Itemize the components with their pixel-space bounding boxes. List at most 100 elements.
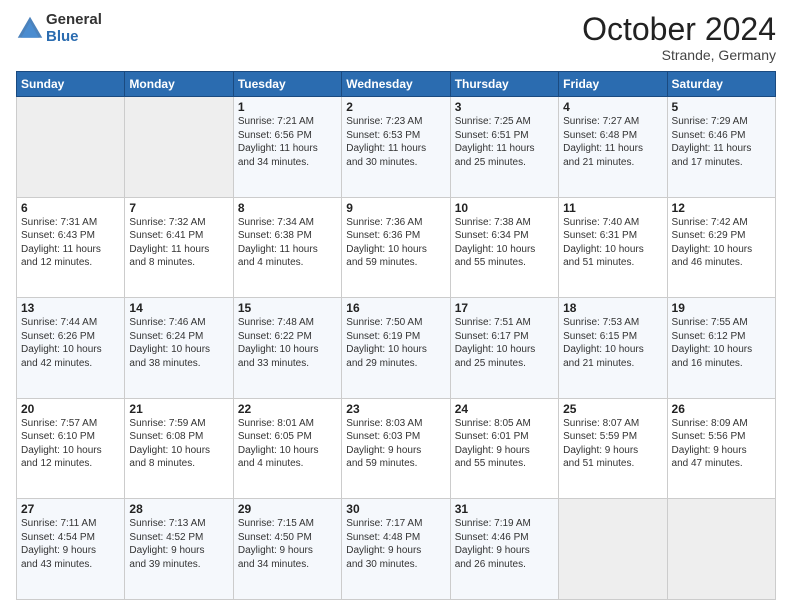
calendar-cell: 28Sunrise: 7:13 AM Sunset: 4:52 PM Dayli… [125, 499, 233, 600]
day-number: 31 [455, 502, 554, 516]
day-number: 27 [21, 502, 120, 516]
title-block: October 2024 Strande, Germany [582, 12, 776, 63]
day-number: 21 [129, 402, 228, 416]
day-number: 25 [563, 402, 662, 416]
day-number: 20 [21, 402, 120, 416]
day-number: 12 [672, 201, 771, 215]
calendar-cell: 15Sunrise: 7:48 AM Sunset: 6:22 PM Dayli… [233, 298, 341, 399]
week-row-3: 13Sunrise: 7:44 AM Sunset: 6:26 PM Dayli… [17, 298, 776, 399]
cell-content: Sunrise: 7:53 AM Sunset: 6:15 PM Dayligh… [563, 316, 662, 370]
cell-content: Sunrise: 7:25 AM Sunset: 6:51 PM Dayligh… [455, 115, 554, 169]
day-number: 3 [455, 100, 554, 114]
calendar-cell: 19Sunrise: 7:55 AM Sunset: 6:12 PM Dayli… [667, 298, 775, 399]
calendar-cell [125, 97, 233, 198]
cell-content: Sunrise: 7:11 AM Sunset: 4:54 PM Dayligh… [21, 517, 120, 571]
logo-general: General [46, 12, 102, 29]
day-number: 7 [129, 201, 228, 215]
cell-content: Sunrise: 7:59 AM Sunset: 6:08 PM Dayligh… [129, 417, 228, 471]
day-number: 8 [238, 201, 337, 215]
calendar-cell: 27Sunrise: 7:11 AM Sunset: 4:54 PM Dayli… [17, 499, 125, 600]
cell-content: Sunrise: 7:19 AM Sunset: 4:46 PM Dayligh… [455, 517, 554, 571]
header: General Blue October 2024 Strande, Germa… [16, 12, 776, 63]
cell-content: Sunrise: 7:34 AM Sunset: 6:38 PM Dayligh… [238, 216, 337, 270]
day-number: 9 [346, 201, 445, 215]
col-header-wednesday: Wednesday [342, 72, 450, 97]
day-number: 19 [672, 301, 771, 315]
week-row-2: 6Sunrise: 7:31 AM Sunset: 6:43 PM Daylig… [17, 197, 776, 298]
cell-content: Sunrise: 7:32 AM Sunset: 6:41 PM Dayligh… [129, 216, 228, 270]
logo-blue: Blue [46, 29, 102, 46]
calendar-cell: 17Sunrise: 7:51 AM Sunset: 6:17 PM Dayli… [450, 298, 558, 399]
header-row: SundayMondayTuesdayWednesdayThursdayFrid… [17, 72, 776, 97]
day-number: 11 [563, 201, 662, 215]
cell-content: Sunrise: 7:31 AM Sunset: 6:43 PM Dayligh… [21, 216, 120, 270]
calendar-table: SundayMondayTuesdayWednesdayThursdayFrid… [16, 71, 776, 600]
calendar-cell: 5Sunrise: 7:29 AM Sunset: 6:46 PM Daylig… [667, 97, 775, 198]
calendar-cell: 16Sunrise: 7:50 AM Sunset: 6:19 PM Dayli… [342, 298, 450, 399]
calendar-cell: 24Sunrise: 8:05 AM Sunset: 6:01 PM Dayli… [450, 398, 558, 499]
calendar-cell: 14Sunrise: 7:46 AM Sunset: 6:24 PM Dayli… [125, 298, 233, 399]
calendar-cell [667, 499, 775, 600]
cell-content: Sunrise: 7:17 AM Sunset: 4:48 PM Dayligh… [346, 517, 445, 571]
calendar-cell: 7Sunrise: 7:32 AM Sunset: 6:41 PM Daylig… [125, 197, 233, 298]
calendar-cell: 22Sunrise: 8:01 AM Sunset: 6:05 PM Dayli… [233, 398, 341, 499]
week-row-1: 1Sunrise: 7:21 AM Sunset: 6:56 PM Daylig… [17, 97, 776, 198]
page: General Blue October 2024 Strande, Germa… [0, 0, 792, 612]
col-header-monday: Monday [125, 72, 233, 97]
day-number: 6 [21, 201, 120, 215]
cell-content: Sunrise: 8:03 AM Sunset: 6:03 PM Dayligh… [346, 417, 445, 471]
calendar-cell [17, 97, 125, 198]
cell-content: Sunrise: 7:46 AM Sunset: 6:24 PM Dayligh… [129, 316, 228, 370]
day-number: 23 [346, 402, 445, 416]
cell-content: Sunrise: 7:15 AM Sunset: 4:50 PM Dayligh… [238, 517, 337, 571]
calendar-cell: 11Sunrise: 7:40 AM Sunset: 6:31 PM Dayli… [559, 197, 667, 298]
calendar-cell: 25Sunrise: 8:07 AM Sunset: 5:59 PM Dayli… [559, 398, 667, 499]
day-number: 30 [346, 502, 445, 516]
cell-content: Sunrise: 8:07 AM Sunset: 5:59 PM Dayligh… [563, 417, 662, 471]
cell-content: Sunrise: 7:29 AM Sunset: 6:46 PM Dayligh… [672, 115, 771, 169]
day-number: 18 [563, 301, 662, 315]
cell-content: Sunrise: 7:50 AM Sunset: 6:19 PM Dayligh… [346, 316, 445, 370]
calendar-cell: 4Sunrise: 7:27 AM Sunset: 6:48 PM Daylig… [559, 97, 667, 198]
calendar-cell: 21Sunrise: 7:59 AM Sunset: 6:08 PM Dayli… [125, 398, 233, 499]
calendar-cell: 18Sunrise: 7:53 AM Sunset: 6:15 PM Dayli… [559, 298, 667, 399]
col-header-friday: Friday [559, 72, 667, 97]
cell-content: Sunrise: 7:55 AM Sunset: 6:12 PM Dayligh… [672, 316, 771, 370]
cell-content: Sunrise: 7:13 AM Sunset: 4:52 PM Dayligh… [129, 517, 228, 571]
calendar-cell: 9Sunrise: 7:36 AM Sunset: 6:36 PM Daylig… [342, 197, 450, 298]
calendar-cell: 1Sunrise: 7:21 AM Sunset: 6:56 PM Daylig… [233, 97, 341, 198]
cell-content: Sunrise: 8:09 AM Sunset: 5:56 PM Dayligh… [672, 417, 771, 471]
calendar-cell: 10Sunrise: 7:38 AM Sunset: 6:34 PM Dayli… [450, 197, 558, 298]
day-number: 13 [21, 301, 120, 315]
col-header-saturday: Saturday [667, 72, 775, 97]
cell-content: Sunrise: 7:40 AM Sunset: 6:31 PM Dayligh… [563, 216, 662, 270]
cell-content: Sunrise: 7:36 AM Sunset: 6:36 PM Dayligh… [346, 216, 445, 270]
week-row-4: 20Sunrise: 7:57 AM Sunset: 6:10 PM Dayli… [17, 398, 776, 499]
col-header-thursday: Thursday [450, 72, 558, 97]
day-number: 2 [346, 100, 445, 114]
cell-content: Sunrise: 8:01 AM Sunset: 6:05 PM Dayligh… [238, 417, 337, 471]
month-title: October 2024 [582, 12, 776, 47]
col-header-sunday: Sunday [17, 72, 125, 97]
logo-icon [16, 15, 44, 43]
calendar-cell: 6Sunrise: 7:31 AM Sunset: 6:43 PM Daylig… [17, 197, 125, 298]
cell-content: Sunrise: 7:57 AM Sunset: 6:10 PM Dayligh… [21, 417, 120, 471]
calendar-cell: 29Sunrise: 7:15 AM Sunset: 4:50 PM Dayli… [233, 499, 341, 600]
calendar-cell: 3Sunrise: 7:25 AM Sunset: 6:51 PM Daylig… [450, 97, 558, 198]
day-number: 26 [672, 402, 771, 416]
day-number: 10 [455, 201, 554, 215]
calendar-cell: 13Sunrise: 7:44 AM Sunset: 6:26 PM Dayli… [17, 298, 125, 399]
day-number: 14 [129, 301, 228, 315]
cell-content: Sunrise: 7:38 AM Sunset: 6:34 PM Dayligh… [455, 216, 554, 270]
day-number: 29 [238, 502, 337, 516]
calendar-cell: 20Sunrise: 7:57 AM Sunset: 6:10 PM Dayli… [17, 398, 125, 499]
logo-text: General Blue [46, 12, 102, 45]
day-number: 4 [563, 100, 662, 114]
day-number: 1 [238, 100, 337, 114]
cell-content: Sunrise: 7:21 AM Sunset: 6:56 PM Dayligh… [238, 115, 337, 169]
cell-content: Sunrise: 7:23 AM Sunset: 6:53 PM Dayligh… [346, 115, 445, 169]
calendar-cell: 23Sunrise: 8:03 AM Sunset: 6:03 PM Dayli… [342, 398, 450, 499]
calendar-cell: 26Sunrise: 8:09 AM Sunset: 5:56 PM Dayli… [667, 398, 775, 499]
cell-content: Sunrise: 7:42 AM Sunset: 6:29 PM Dayligh… [672, 216, 771, 270]
day-number: 24 [455, 402, 554, 416]
